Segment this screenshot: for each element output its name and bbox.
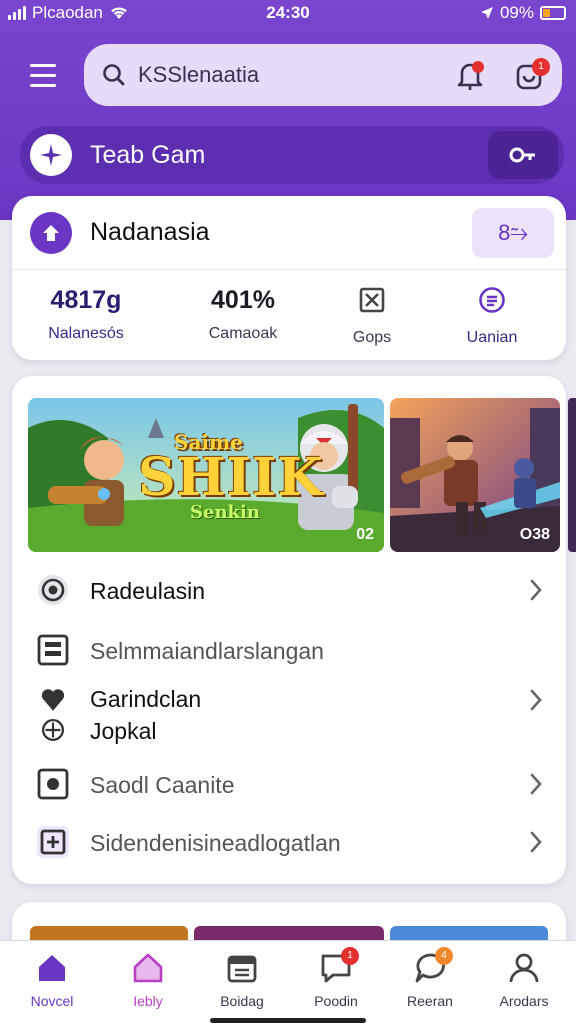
menu-item-label: Selmmaiandlarslangan [90, 638, 324, 664]
status-right: 09% [480, 3, 566, 23]
game-banner-side[interactable]: O38 [390, 398, 560, 552]
notification-dot [472, 61, 484, 73]
team-title: Teab Gam [90, 140, 206, 169]
chevron-right-icon [530, 579, 542, 601]
battery-icon [540, 6, 566, 20]
search-input[interactable] [138, 62, 388, 88]
profile-header[interactable]: Nadanasia 8⥲ [12, 196, 566, 270]
status-bar: Plcaodan 24:30 09% [0, 0, 576, 30]
notifications-button[interactable] [454, 58, 486, 92]
nav-label: Novcel [30, 993, 74, 1009]
stat-uanian[interactable]: Uanian [452, 286, 532, 347]
header-background [0, 0, 576, 220]
stat-points-value: 4817g [50, 286, 122, 314]
menu-item-sidendenisine[interactable]: Sidendenisineadlogatlan [12, 820, 566, 864]
profile-avatar [30, 212, 72, 254]
cart-button[interactable]: 1 [512, 56, 550, 94]
nav-label: Arodars [499, 993, 549, 1009]
stat-gops[interactable]: Gops [332, 286, 412, 347]
nav-tab-arodars[interactable]: Arodars [476, 941, 572, 1024]
banner-main-title-line2: SHIIK [138, 447, 324, 508]
chevron-right-icon [530, 773, 542, 795]
stat-percent-value: 401% [211, 286, 275, 314]
nav-tab-iebly[interactable]: Iebly [100, 941, 196, 1024]
profile-link-button[interactable]: 8⥲ [472, 208, 554, 258]
home-up-icon [43, 225, 59, 241]
stat-points[interactable]: 4817g Nalanesós [36, 286, 136, 343]
compass-icon [40, 144, 62, 166]
menu-item-selmmaiand[interactable]: Selmmaiandlarslangan [12, 628, 566, 672]
search-icon [103, 64, 125, 86]
home-indicator [210, 1018, 366, 1023]
search-bar[interactable]: 1 [84, 44, 562, 106]
nav-label: Boidag [220, 993, 264, 1009]
menu-item-label: Radeulasin [90, 578, 206, 604]
team-key-button[interactable] [488, 131, 558, 179]
chevron-right-icon [530, 831, 542, 853]
plus-box-icon [37, 826, 69, 858]
game-banner-main[interactable]: Saime SHIIK Senkin 02 [28, 398, 384, 552]
menu-item-label-line1: Garindclan [90, 686, 202, 712]
location-arrow-icon [480, 7, 493, 19]
coin-icon [479, 287, 505, 313]
target-icon [38, 575, 68, 605]
banner-main-count: 02 [356, 526, 374, 543]
menu-icon [30, 63, 56, 67]
battery-percent: 09% [499, 3, 534, 22]
team-bar[interactable]: Teab Gam [20, 126, 564, 184]
cart-badge: 1 [532, 58, 550, 76]
camera-icon [37, 768, 69, 800]
stat-uanian-label: Uanian [466, 329, 518, 346]
bottom-nav: Novcel Iebly Boidag 1 Poodin 4 Reeran Ar… [0, 940, 576, 1024]
house-outline-icon [133, 953, 163, 983]
grid-box-icon [359, 287, 385, 313]
banner-side-count: O38 [519, 526, 550, 543]
nav-label: Reeran [407, 993, 453, 1009]
calendar-icon [227, 955, 257, 983]
stat-percent-label: Camaoak [208, 325, 278, 342]
menu-button[interactable] [30, 58, 64, 92]
stat-percent[interactable]: 401% Camaoak [188, 286, 298, 343]
menu-item-saodl-caanite[interactable]: Saodl Caanite [12, 762, 566, 806]
user-icon [509, 953, 539, 983]
menu-item-label-line2: Jopkal [90, 718, 157, 744]
menu-item-radeulasin[interactable]: Radeulasin [12, 568, 566, 612]
nav-badge: 4 [435, 947, 453, 965]
banner-main-title: Saime SHIIK Senkin [138, 432, 324, 522]
nav-tab-boidag[interactable]: Boidag [194, 941, 290, 1024]
nav-label: Poodin [314, 993, 358, 1009]
chevron-right-icon [530, 689, 542, 711]
nav-tab-poodin[interactable]: 1 Poodin [288, 941, 384, 1024]
team-avatar [30, 134, 72, 176]
nav-tab-reeran[interactable]: 4 Reeran [382, 941, 478, 1024]
nav-label: Iebly [133, 993, 163, 1009]
banner-next-peek[interactable] [568, 398, 576, 552]
menu-item-label: Saodl Caanite [90, 772, 235, 798]
nav-tab-novcel[interactable]: Novcel [4, 941, 100, 1024]
menu-item-label: Sidendenisineadlogatlan [90, 830, 341, 856]
crosshair-icon [41, 718, 65, 742]
profile-name: Nadanasia [90, 218, 210, 246]
home-icon [39, 955, 65, 981]
profile-card: Nadanasia 8⥲ 4817g Nalanesós 401% Camaoa… [12, 196, 566, 360]
feature-card: Saime SHIIK Senkin 02 O38 Radeulasin Sel… [12, 376, 576, 884]
heart-shield-icon [41, 689, 65, 711]
stat-points-label: Nalanesós [48, 325, 124, 342]
key-icon [509, 147, 535, 163]
menu-item-garindclan[interactable]: Garindclan Jopkal [12, 680, 566, 750]
stat-gops-label: Gops [352, 329, 392, 346]
list-icon [37, 634, 69, 666]
nav-badge: 1 [341, 947, 359, 965]
